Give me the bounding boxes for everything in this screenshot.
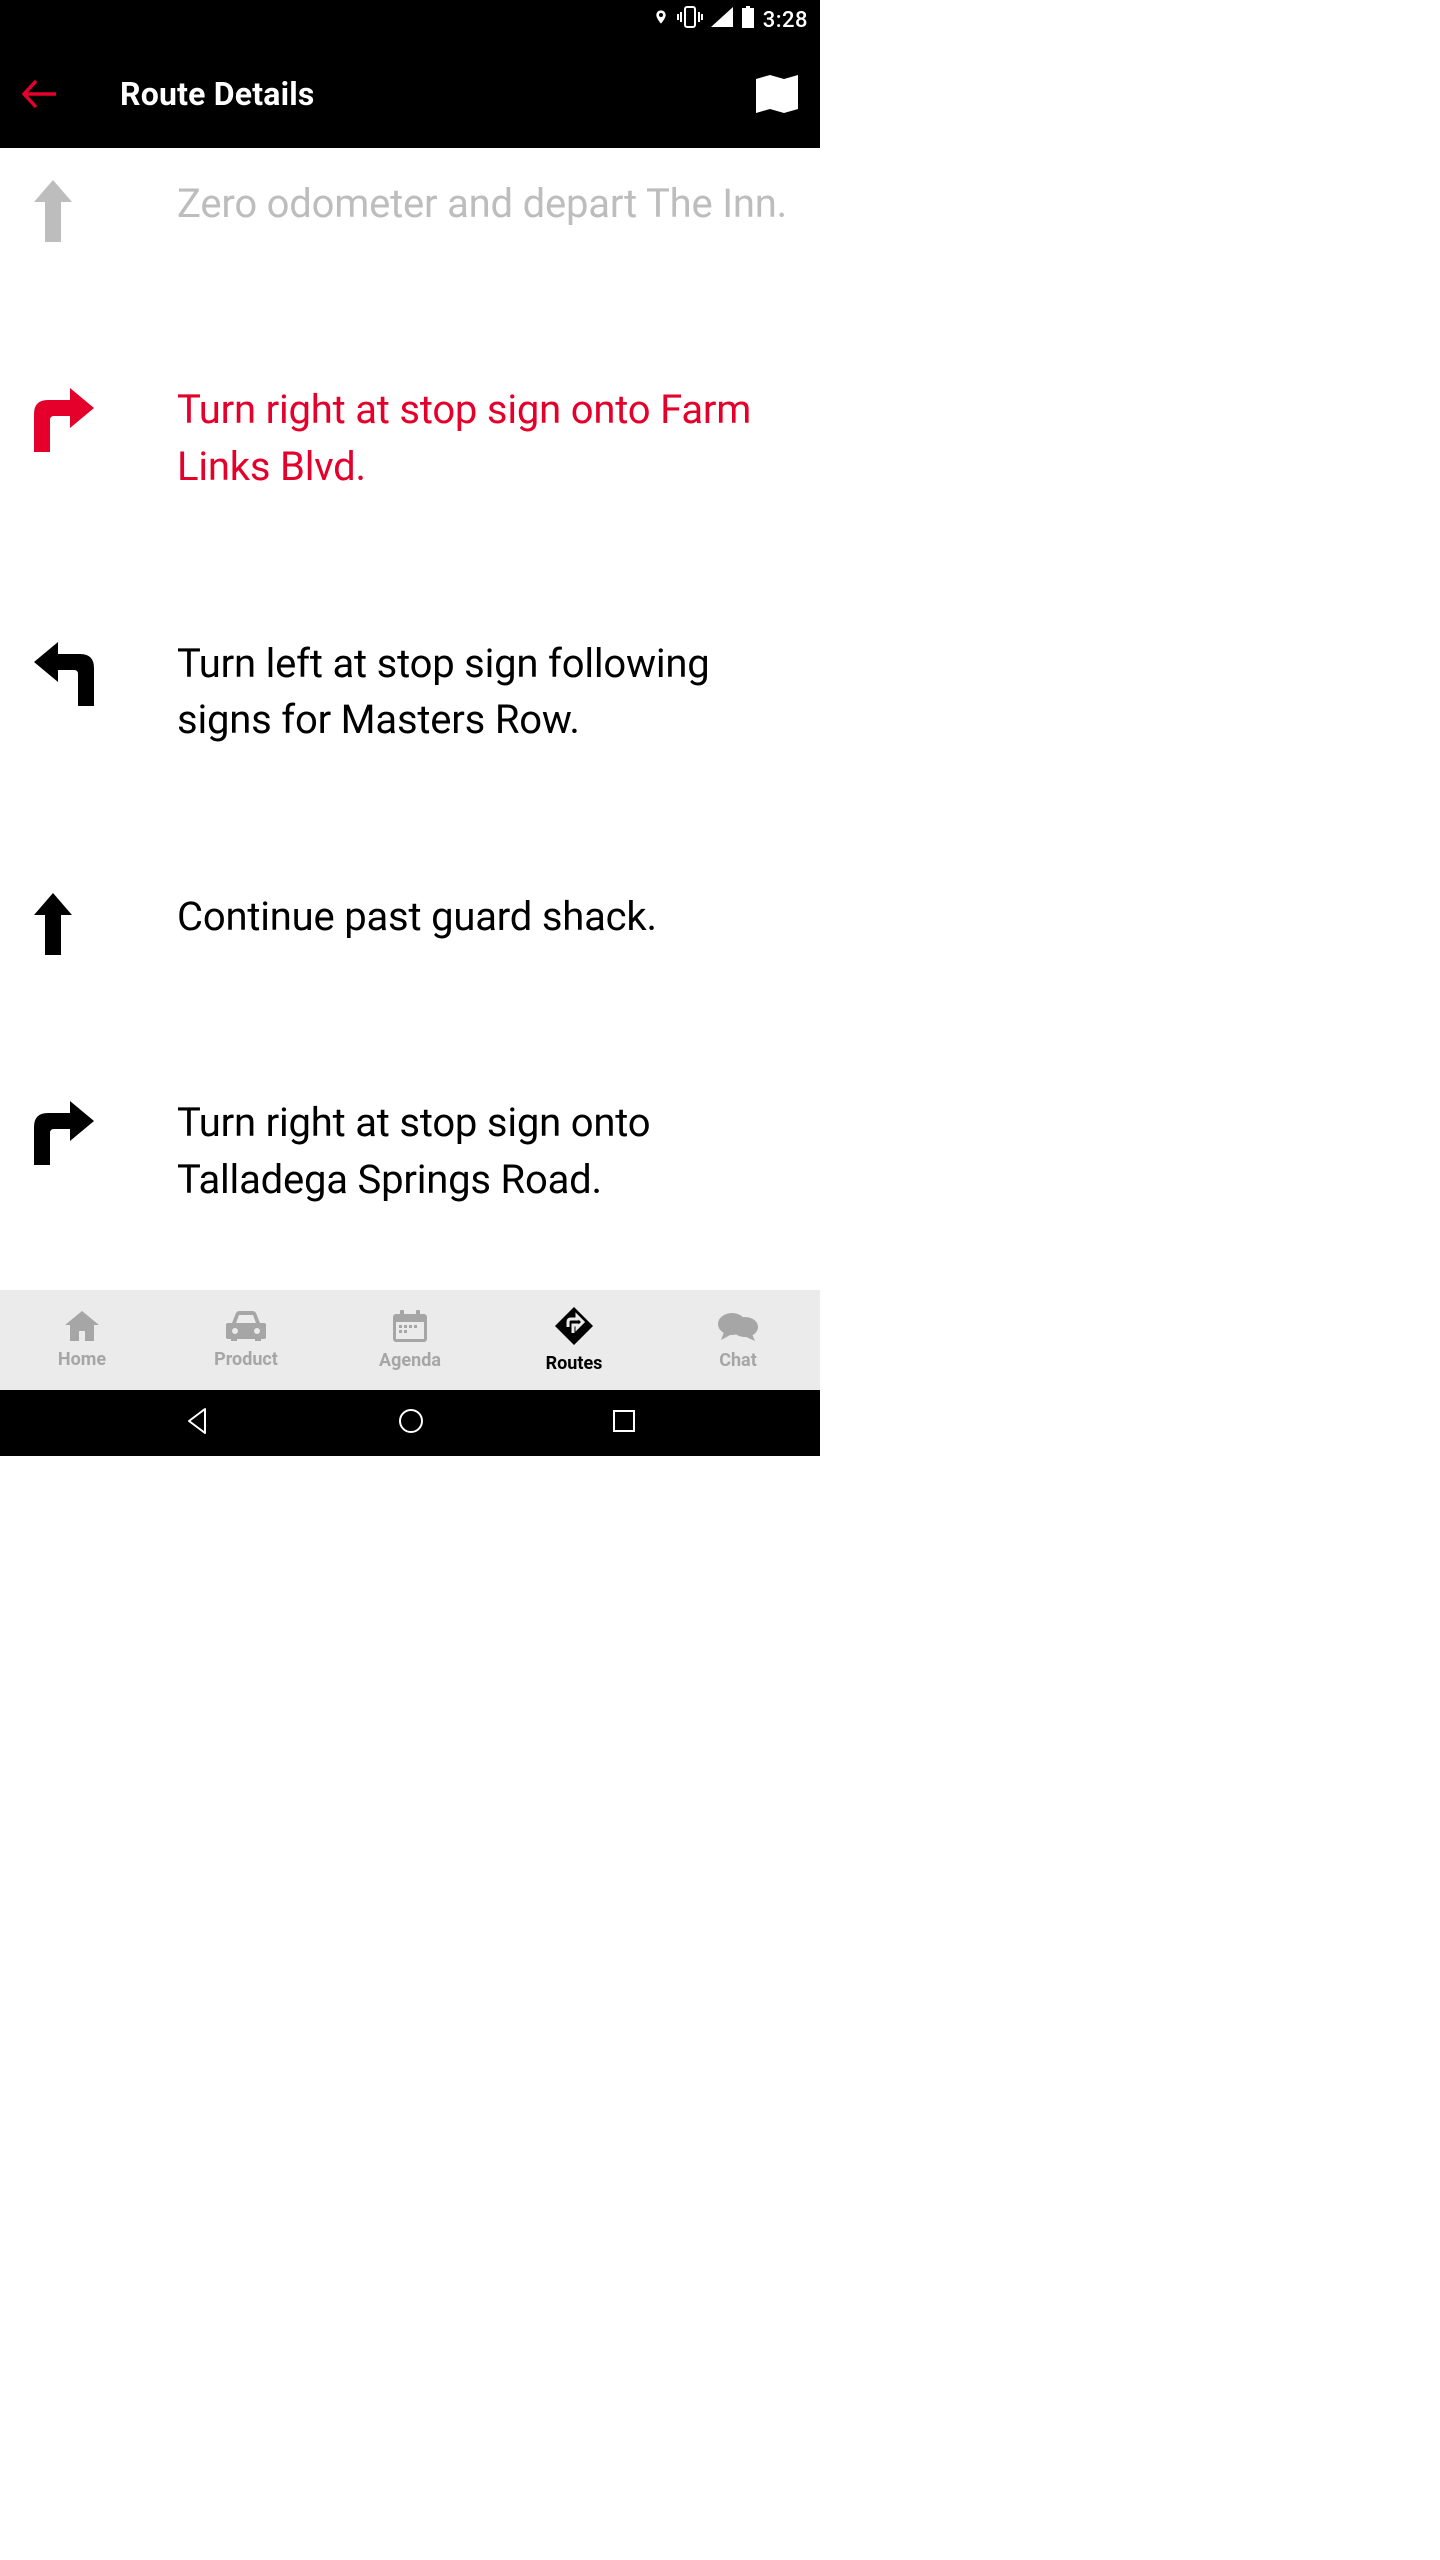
diamond-icon (555, 1307, 593, 1349)
back-button[interactable] (22, 79, 82, 109)
route-step[interactable]: Turn right at stop sign onto Farm Links … (0, 358, 820, 520)
bottom-tab-bar: Home Product Agenda Routes Chat (0, 1290, 820, 1390)
map-icon (756, 75, 798, 113)
status-clock: 3:28 (763, 8, 808, 33)
tab-chat[interactable]: Chat (656, 1290, 820, 1390)
tab-home[interactable]: Home (0, 1290, 164, 1390)
tab-label: Home (58, 1349, 106, 1370)
nav-recents-button[interactable] (611, 1408, 637, 1438)
signal-icon (711, 7, 733, 33)
route-step-text: Continue past guard shack. (177, 889, 657, 946)
route-step-text: Turn right at stop sign onto Farm Links … (177, 382, 790, 496)
turn-right-icon (22, 382, 177, 452)
tab-label: Routes (546, 1353, 603, 1374)
car-icon (226, 1311, 266, 1345)
nav-back-button[interactable] (183, 1407, 211, 1439)
vibrate-icon (677, 6, 703, 34)
page-title: Route Details (82, 75, 742, 113)
route-step[interactable]: Zero odometer and depart The Inn. (0, 148, 820, 266)
route-step-text: Turn right at stop sign onto Talladega S… (177, 1095, 790, 1209)
route-step-text: Turn left at stop sign following signs f… (177, 636, 790, 750)
tab-routes[interactable]: Routes (492, 1290, 656, 1390)
tab-agenda[interactable]: Agenda (328, 1290, 492, 1390)
route-steps-list: Zero odometer and depart The Inn. Turn ri… (0, 148, 820, 1290)
tab-label: Agenda (379, 1350, 441, 1371)
route-step[interactable]: Turn right at stop sign onto Talladega S… (0, 1071, 820, 1233)
calendar-icon (393, 1310, 427, 1346)
tab-label: Chat (719, 1350, 757, 1371)
location-icon (653, 6, 669, 34)
route-step-text: Zero odometer and depart The Inn. (177, 176, 787, 233)
map-button[interactable] (742, 75, 798, 113)
turn-left-icon (22, 636, 177, 706)
app-bar: Route Details (0, 40, 820, 148)
straight-arrow-icon (22, 889, 177, 955)
battery-icon (741, 6, 755, 34)
chat-icon (718, 1310, 758, 1346)
route-step[interactable]: Turn left at stop sign following signs f… (0, 612, 820, 774)
home-icon (65, 1311, 99, 1345)
turn-right-icon (22, 1095, 177, 1165)
tab-product[interactable]: Product (164, 1290, 328, 1390)
tab-label: Product (214, 1349, 278, 1370)
status-bar: 3:28 (0, 0, 820, 40)
route-step[interactable]: Continue past guard shack. (0, 865, 820, 979)
android-nav-bar (0, 1390, 820, 1456)
arrow-left-icon (22, 79, 56, 109)
nav-home-button[interactable] (397, 1407, 425, 1439)
straight-arrow-icon (22, 176, 177, 242)
